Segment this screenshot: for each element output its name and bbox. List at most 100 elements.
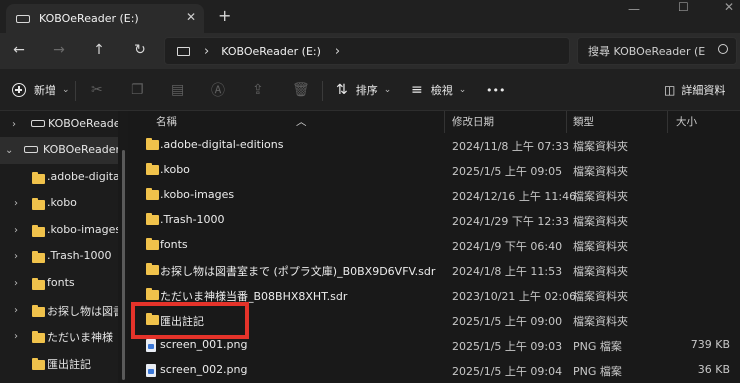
file-row[interactable]: .adobe-digital-editions 2024/11/8 上午 07:… <box>130 133 740 158</box>
sidebar-item-koboereader-1[interactable]: › KOBOeReader <box>0 111 118 138</box>
this-pc-icon <box>177 46 190 56</box>
paste-button[interactable]: ▤ <box>171 81 184 99</box>
file-modified: 2025/1/5 上午 09:05 <box>452 165 563 178</box>
column-divider[interactable] <box>566 111 567 133</box>
navigation-bar: ← → ↑ ↻ › KOBOeReader (E:) › 搜尋 KOBOeRea… <box>0 33 740 69</box>
up-button[interactable]: ↑ <box>88 39 110 61</box>
share-button[interactable]: ⇪ <box>252 81 264 99</box>
view-button[interactable]: ≡ 檢視 ⌄ <box>411 81 466 99</box>
sidebar-item-label: .Trash-1000 <box>47 249 112 262</box>
delete-button[interactable]: 🗑 <box>292 81 310 99</box>
folder-icon <box>146 213 159 225</box>
file-row[interactable]: .kobo-images 2024/12/16 上午 11:46 檔案資料夾 <box>130 183 740 208</box>
file-row[interactable]: screen_002.png 2025/1/5 上午 09:04 PNG 檔案 … <box>130 358 740 383</box>
sidebar-item-label: .kobo-images <box>47 223 118 236</box>
chevron-down-icon[interactable]: ⌄ <box>5 145 13 156</box>
sidebar-item-label: 匯出註記 <box>47 358 91 371</box>
chevron-right-icon[interactable]: › <box>14 331 18 342</box>
file-modified: 2024/12/16 上午 11:46 <box>452 190 577 203</box>
details-pane-button[interactable]: ◫ 詳細資料 <box>664 81 725 99</box>
view-icon: ≡ <box>411 82 423 98</box>
file-name: .adobe-digital-editions <box>160 138 284 151</box>
cut-button[interactable]: ✂ <box>91 81 103 99</box>
forward-button[interactable]: → <box>48 39 70 61</box>
sidebar-item-adobe-digital[interactable]: .adobe-digital <box>0 164 118 191</box>
column-divider[interactable] <box>667 111 668 133</box>
highlight-box <box>131 302 249 339</box>
add-icon <box>12 83 26 97</box>
chevron-right-icon[interactable]: › <box>14 278 18 289</box>
search-icon[interactable] <box>718 44 728 54</box>
sidebar-item-tadaima[interactable]: › ただいま神様 <box>0 323 118 350</box>
file-row[interactable]: .Trash-1000 2024/1/29 下午 12:33 檔案資料夾 <box>130 208 740 233</box>
file-type: 檔案資料夾 <box>573 240 628 253</box>
sidebar-item-fonts[interactable]: › fonts <box>0 270 118 297</box>
sidebar-item-label: fonts <box>47 276 75 289</box>
sidebar-item-osagashimono[interactable]: › お探し物は図書 <box>0 297 118 324</box>
file-row[interactable]: .kobo 2025/1/5 上午 09:05 檔案資料夾 <box>130 158 740 183</box>
chevron-right-icon[interactable]: › <box>14 251 18 262</box>
tab-koboereader[interactable]: KOBOeReader (E:) ✕ <box>6 4 204 33</box>
file-name: .Trash-1000 <box>160 213 225 226</box>
chevron-down-icon: ⌄ <box>458 85 467 95</box>
maximize-button[interactable]: ☐ <box>678 0 689 16</box>
new-tab-button[interactable]: + <box>218 6 231 25</box>
chevron-right-icon[interactable]: › <box>14 225 18 236</box>
file-modified: 2024/1/29 下午 12:33 <box>452 215 570 228</box>
sidebar-item-koboereader-2[interactable]: ⌄ KOBOeReader ( <box>0 137 118 164</box>
breadcrumb-koboereader[interactable]: KOBOeReader (E:) <box>221 45 321 58</box>
folder-icon <box>32 331 45 343</box>
file-type: 檔案資料夾 <box>573 165 628 178</box>
file-type: 檔案資料夾 <box>573 140 628 153</box>
chevron-right-icon[interactable]: › <box>14 305 18 316</box>
sidebar-item-label: .adobe-digital <box>47 170 118 183</box>
file-name: .kobo-images <box>160 188 235 201</box>
png-file-icon <box>146 364 156 377</box>
folder-icon <box>146 188 159 200</box>
sort-button[interactable]: ⇅ 排序 ⌄ <box>336 81 391 99</box>
chevron-right-icon[interactable]: › <box>14 198 18 209</box>
sort-icon: ⇅ <box>336 82 348 98</box>
column-type[interactable]: 類型 <box>573 114 594 129</box>
png-file-icon <box>146 339 156 352</box>
chevron-right-icon[interactable]: › <box>12 119 16 130</box>
folder-icon <box>32 278 45 290</box>
breadcrumb-separator-icon[interactable]: › <box>204 44 209 59</box>
refresh-button[interactable]: ↻ <box>129 39 151 61</box>
delete-icon: 🗑 <box>292 82 310 98</box>
close-window-button[interactable]: ✕ <box>724 0 734 16</box>
file-type: 檔案資料夾 <box>573 190 628 203</box>
file-name: .kobo <box>160 163 190 176</box>
search-input[interactable]: 搜尋 KOBOeReader (E <box>577 37 737 65</box>
close-tab-icon[interactable]: ✕ <box>186 10 196 24</box>
file-row[interactable]: fonts 2024/1/9 下午 06:40 檔案資料夾 <box>130 233 740 258</box>
folder-icon <box>146 288 159 300</box>
back-button[interactable]: ← <box>8 39 30 61</box>
copy-button[interactable]: ❐ <box>131 81 144 99</box>
rename-button[interactable]: Ⓐ <box>211 81 225 99</box>
paste-icon: ▤ <box>171 82 185 98</box>
copy-icon: ❐ <box>131 82 144 98</box>
file-row[interactable]: お探し物は図書室まで (ポプラ文庫)_B0BX9D6VFV.sdr 2024/1… <box>130 258 740 283</box>
minimize-button[interactable]: — <box>628 2 640 18</box>
column-modified[interactable]: 修改日期 <box>452 114 494 129</box>
column-size[interactable]: 大小 <box>676 114 697 129</box>
new-button[interactable]: 新增 ⌄ <box>12 81 70 99</box>
more-options-button[interactable]: ••• <box>486 81 505 99</box>
sidebar-item-export-notes[interactable]: 匯出註記 <box>0 350 118 377</box>
tab-title: KOBOeReader (E:) <box>39 12 139 25</box>
folder-icon <box>32 358 45 370</box>
column-divider[interactable] <box>444 111 445 133</box>
share-icon: ⇪ <box>252 82 264 98</box>
sidebar-item-kobo[interactable]: › .kobo <box>0 190 118 217</box>
file-modified: 2024/11/8 上午 07:33 <box>452 140 570 153</box>
sidebar-item-label: お探し物は図書 <box>47 305 118 318</box>
column-name[interactable]: 名稱 <box>156 114 177 129</box>
breadcrumb-expand-icon[interactable]: › <box>335 44 340 59</box>
sidebar-item-trash[interactable]: › .Trash-1000 <box>0 243 118 270</box>
sidebar-scrollbar-thumb[interactable] <box>122 150 125 380</box>
rename-icon: Ⓐ <box>211 83 225 99</box>
sidebar-item-kobo-images[interactable]: › .kobo-images <box>0 217 118 244</box>
file-modified: 2024/1/9 下午 06:40 <box>452 240 563 253</box>
address-bar[interactable]: › KOBOeReader (E:) › <box>164 37 570 65</box>
